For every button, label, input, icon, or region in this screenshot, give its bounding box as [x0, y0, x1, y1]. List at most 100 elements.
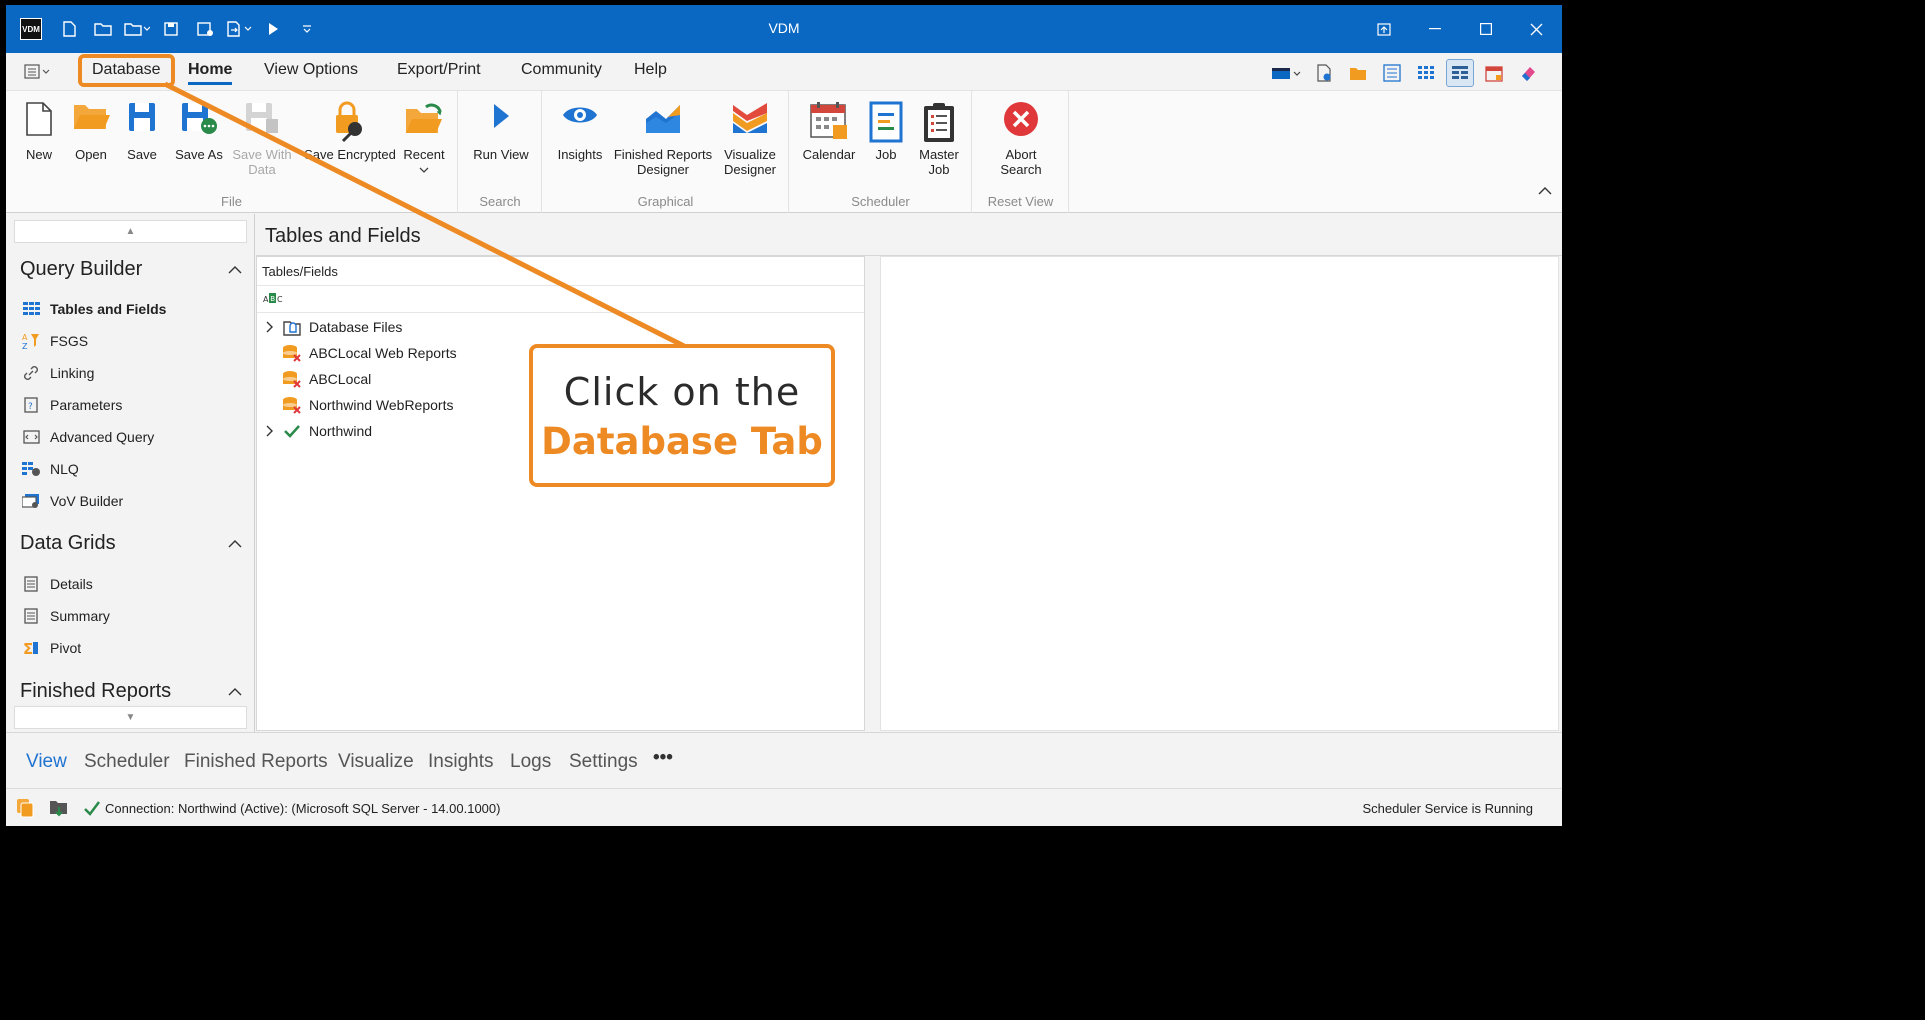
job-button[interactable]: Job — [866, 101, 906, 162]
collapse-ribbon-icon[interactable] — [1538, 182, 1552, 200]
tree-item-database-files[interactable]: Database Files — [257, 315, 402, 339]
details-grid-view-icon[interactable] — [1446, 59, 1474, 87]
recent-button[interactable]: Recent — [400, 101, 448, 177]
chevron-up-icon[interactable] — [228, 263, 242, 277]
tab-database[interactable]: Database — [92, 61, 161, 79]
ribbon-group-label: Search — [479, 194, 521, 209]
folder-icon[interactable] — [1344, 59, 1372, 87]
vov-builder-icon — [22, 492, 40, 510]
nav-settings[interactable]: Settings — [569, 751, 638, 773]
sidebar-scroll-down-button[interactable]: ▼ — [14, 706, 247, 729]
sidebar-item-nlq[interactable]: NLQ — [22, 460, 79, 478]
sidebar-item-pivot[interactable]: Σ Pivot — [22, 639, 81, 657]
open-button[interactable]: Open — [70, 101, 112, 162]
calendar-view-icon[interactable] — [1480, 59, 1508, 87]
section-title-finished-reports[interactable]: Finished Reports — [20, 680, 171, 703]
bottom-navigation: View Scheduler Finished Reports Visualiz… — [6, 732, 1562, 788]
close-icon[interactable] — [1511, 5, 1562, 53]
sidebar-item-vov-builder[interactable]: VoV Builder — [22, 492, 123, 510]
databases-icon[interactable] — [15, 798, 35, 821]
tab-community[interactable]: Community — [521, 61, 602, 79]
document-settings-icon[interactable] — [1310, 59, 1338, 87]
page-title: Tables and Fields — [265, 225, 421, 247]
tab-home[interactable]: Home — [188, 61, 233, 85]
tree-item-abclocal[interactable]: ABCLocal — [257, 367, 371, 391]
status-bar: Connection: Northwind (Active): (Microso… — [6, 788, 1562, 826]
tree-item-northwind-webreports[interactable]: Northwind WebReports — [257, 393, 453, 417]
nlq-icon — [22, 460, 40, 478]
sidebar-item-advanced-query[interactable]: Advanced Query — [22, 428, 154, 446]
table-grid-icon — [22, 300, 40, 318]
visualize-designer-button[interactable]: Visualize Designer — [719, 101, 781, 177]
new-button[interactable]: New — [20, 101, 58, 162]
list-view-icon[interactable] — [1378, 59, 1406, 87]
triangle-down-icon: ▼ — [125, 712, 136, 723]
new-document-icon — [20, 101, 58, 147]
tree-header: Tables/Fields — [257, 257, 864, 286]
main-header: Tables and Fields — [256, 214, 1562, 256]
chevron-right-icon[interactable] — [257, 321, 281, 333]
tree-item-abclocal-web-reports[interactable]: ABCLocal Web Reports — [257, 341, 457, 365]
chevron-right-icon[interactable] — [257, 425, 281, 437]
finished-reports-designer-button[interactable]: Finished Reports Designer — [613, 101, 713, 177]
sidebar-scroll-up-button[interactable]: ▲ — [14, 220, 247, 243]
restore-layout-icon[interactable] — [1358, 5, 1409, 53]
tab-export-print[interactable]: Export/Print — [397, 61, 481, 79]
tables-fields-panel: Tables/Fields ABC Database Files ABCLoca… — [256, 256, 865, 731]
nav-visualize[interactable]: Visualize — [338, 751, 414, 773]
chevron-up-icon[interactable] — [228, 685, 242, 699]
abort-search-button[interactable]: Abort Search — [991, 101, 1051, 177]
sort-filter-icon: AZ — [22, 332, 40, 350]
details-icon — [22, 575, 40, 593]
tree-item-northwind[interactable]: Northwind — [257, 419, 372, 443]
nav-finished-reports[interactable]: Finished Reports — [184, 751, 328, 773]
tab-view-options[interactable]: View Options — [264, 61, 358, 79]
abc-sort-icon[interactable]: ABC — [263, 292, 283, 309]
job-icon — [866, 101, 906, 147]
more-options-icon[interactable]: ••• — [653, 747, 673, 769]
insights-button[interactable]: Insights — [553, 101, 607, 162]
save-with-data-button[interactable]: Save With Data — [232, 101, 292, 177]
sidebar: ▲ Query Builder Tables and Fields AZ FSG… — [6, 214, 255, 734]
nav-view[interactable]: View — [26, 751, 67, 773]
app-menu-icon[interactable] — [24, 63, 52, 81]
tab-help[interactable]: Help — [634, 61, 667, 79]
maximize-icon[interactable] — [1460, 5, 1511, 53]
nav-logs[interactable]: Logs — [510, 751, 551, 773]
nav-scheduler[interactable]: Scheduler — [84, 751, 170, 773]
sidebar-item-fsgs[interactable]: AZ FSGS — [22, 332, 88, 350]
section-title-query-builder[interactable]: Query Builder — [20, 258, 142, 281]
eraser-icon[interactable] — [1514, 59, 1542, 87]
window-controls — [1358, 5, 1562, 53]
connection-manager-icon[interactable] — [49, 798, 69, 821]
connection-status: Connection: Northwind (Active): (Microso… — [105, 801, 501, 816]
database-error-icon — [281, 369, 303, 389]
svg-text:?: ? — [28, 402, 33, 412]
ribbon-group-label: Scheduler — [851, 194, 910, 209]
master-job-button[interactable]: Master Job — [914, 101, 964, 177]
sidebar-item-linking[interactable]: Linking — [22, 364, 94, 382]
save-button[interactable]: Save — [124, 101, 160, 162]
summary-icon — [22, 607, 40, 625]
grid-view-icon[interactable] — [1412, 59, 1440, 87]
theme-color-dropdown-icon[interactable] — [1270, 59, 1304, 87]
sidebar-item-tables-and-fields[interactable]: Tables and Fields — [22, 300, 166, 318]
ribbon-group-label: Reset View — [987, 194, 1054, 209]
sidebar-item-details[interactable]: Details — [22, 575, 93, 593]
svg-text:A: A — [263, 295, 269, 304]
calendar-button[interactable]: Calendar — [798, 101, 860, 162]
sidebar-item-parameters[interactable]: ? Parameters — [22, 396, 122, 414]
nav-insights[interactable]: Insights — [428, 751, 493, 773]
section-title-data-grids[interactable]: Data Grids — [20, 532, 116, 555]
minimize-icon[interactable] — [1409, 5, 1460, 53]
play-icon — [471, 101, 531, 147]
sidebar-item-summary[interactable]: Summary — [22, 607, 110, 625]
chevron-up-icon[interactable] — [228, 537, 242, 551]
connection-ok-icon — [83, 800, 101, 819]
save-as-button[interactable]: Save As — [172, 101, 226, 162]
save-encrypted-button[interactable]: Save Encrypted — [304, 101, 396, 162]
svg-text:A: A — [22, 333, 28, 342]
save-as-icon — [172, 101, 226, 147]
triangle-up-icon: ▲ — [125, 226, 136, 237]
run-view-button[interactable]: Run View — [471, 101, 531, 162]
